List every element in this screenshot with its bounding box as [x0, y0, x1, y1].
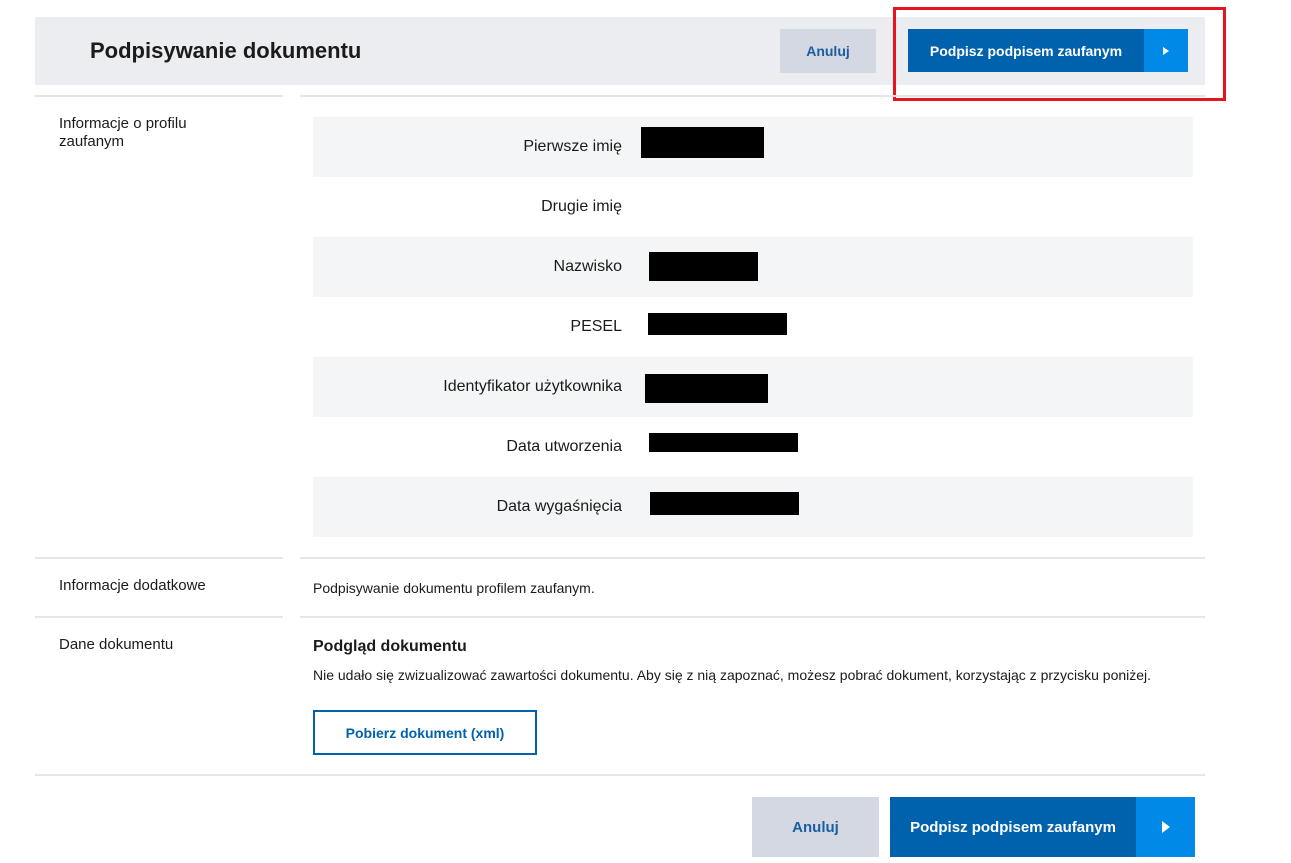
divider	[35, 95, 283, 97]
sign-button-label: Podpisz podpisem zaufanym	[890, 797, 1136, 857]
field-row-first-name: Pierwsze imię	[313, 117, 1193, 177]
field-label: Nazwisko	[553, 258, 622, 275]
section-label-document: Dane dokumentu	[59, 636, 174, 653]
field-label: Data utworzenia	[506, 438, 622, 455]
highlight-box	[893, 7, 1226, 101]
field-label: Data wygaśnięcia	[496, 498, 622, 515]
page-title: Podpisywanie dokumentu	[90, 38, 362, 63]
preview-title: Podgląd dokumentu	[313, 638, 467, 655]
redacted-value	[648, 313, 787, 335]
field-row-expires: Data wygaśnięcia	[313, 477, 1193, 537]
additional-info-text: Podpisywanie dokumentu profilem zaufanym…	[313, 580, 595, 596]
field-row-user-id: Identyfikator użytkownika	[313, 357, 1193, 417]
divider	[300, 95, 1205, 97]
field-row-created: Data utworzenia	[313, 417, 1193, 477]
redacted-value	[645, 374, 768, 403]
field-label: Pierwsze imię	[523, 138, 622, 155]
redacted-value	[650, 492, 799, 515]
divider	[35, 616, 283, 618]
redacted-value	[649, 433, 798, 452]
download-document-button[interactable]: Pobierz dokument (xml)	[313, 710, 537, 755]
field-label: PESEL	[570, 318, 622, 335]
divider	[35, 774, 1205, 776]
redacted-value	[649, 252, 758, 281]
field-row-second-name: Drugie imię	[313, 177, 1193, 237]
section-label-additional: Informacje dodatkowe	[59, 577, 206, 594]
field-row-pesel: PESEL	[313, 297, 1193, 357]
play-arrow-icon	[1136, 797, 1195, 857]
cancel-button-bottom[interactable]: Anuluj	[752, 797, 879, 857]
redacted-value	[641, 127, 764, 158]
divider	[300, 557, 1205, 559]
divider	[300, 616, 1205, 618]
sign-button-bottom[interactable]: Podpisz podpisem zaufanym	[890, 797, 1195, 857]
field-row-surname: Nazwisko	[313, 237, 1193, 297]
field-label: Identyfikator użytkownika	[443, 378, 622, 395]
field-label: Drugie imię	[541, 198, 622, 215]
cancel-button-top[interactable]: Anuluj	[780, 29, 876, 73]
divider	[35, 557, 283, 559]
section-label-profile: Informacje o profilu zaufanym	[59, 115, 187, 150]
preview-note: Nie udało się zwizualizować zawartości d…	[313, 667, 1152, 683]
